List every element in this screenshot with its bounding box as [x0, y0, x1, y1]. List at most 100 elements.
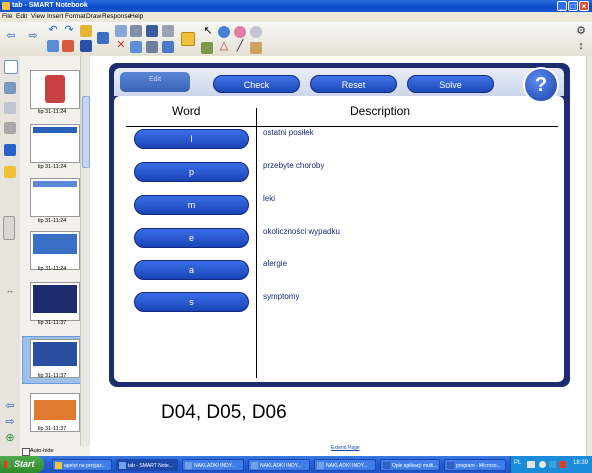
menu-insert[interactable]: Insert: [47, 13, 63, 20]
solve-button[interactable]: Solve: [407, 75, 494, 93]
menu-edit[interactable]: Edit: [16, 13, 27, 20]
collapse-handle-icon[interactable]: [3, 216, 15, 240]
edit-button[interactable]: Edit: [120, 72, 190, 92]
magic-pen-icon[interactable]: [201, 42, 213, 54]
thumbnail-label: lip 31-11:37: [38, 373, 67, 379]
word-tile-a[interactable]: a: [134, 260, 249, 280]
page-thumbnail-1[interactable]: [30, 70, 80, 109]
new-page-icon[interactable]: [47, 40, 59, 52]
word-tile-p[interactable]: p: [134, 162, 249, 182]
attachments-tab-icon[interactable]: [4, 102, 16, 114]
thumbnail-image: [34, 400, 76, 420]
move-toolbar-icon[interactable]: ↕: [574, 40, 588, 54]
creative-pen-icon[interactable]: [234, 26, 246, 38]
thumbnail-header: [33, 181, 77, 187]
delete-icon[interactable]: ✕: [114, 39, 128, 53]
eraser-icon[interactable]: [250, 26, 262, 38]
word-tile-s[interactable]: s: [134, 292, 249, 312]
start-button[interactable]: Start: [0, 456, 44, 473]
side-forward-arrow-icon[interactable]: ⇨: [3, 416, 17, 430]
addons-tab-icon[interactable]: [4, 144, 16, 156]
taskbar-item[interactable]: Opis aplikacji multi...: [380, 459, 440, 471]
resize-arrows-icon[interactable]: ↔: [3, 284, 17, 298]
auto-hide-checkbox[interactable]: [22, 448, 30, 456]
pen-icon[interactable]: [218, 26, 230, 38]
page-thumbnail-4[interactable]: [30, 231, 80, 270]
open-folder-icon[interactable]: [80, 25, 92, 37]
language-indicator[interactable]: PL: [514, 460, 521, 466]
reset-button[interactable]: Reset: [310, 75, 397, 93]
page-text-codes[interactable]: D04, D05, D06: [161, 402, 287, 424]
thumbnail-label: lip 31-11:37: [38, 320, 67, 326]
security-icon[interactable]: [559, 461, 566, 468]
word-tile-l[interactable]: l: [134, 129, 249, 149]
screen-icon[interactable]: [162, 41, 174, 53]
display-icon[interactable]: [130, 41, 142, 53]
gear-icon[interactable]: ⚙: [574, 25, 588, 39]
select-pointer-icon[interactable]: ↖: [201, 25, 215, 39]
menu-draw[interactable]: Draw: [86, 13, 101, 20]
taskbar-item-active[interactable]: tab - SMART Note...: [116, 459, 178, 471]
description-item: leki: [263, 194, 276, 203]
delete-page-icon[interactable]: [62, 40, 74, 52]
extend-page-link[interactable]: Extend Page: [331, 445, 360, 451]
grid-icon[interactable]: [146, 41, 158, 53]
system-tray: PL 18:39: [510, 456, 592, 473]
side-tab-strip: ↔ ⇦ ⇨ ⊕: [0, 56, 21, 456]
notebook-icon: [119, 462, 126, 469]
side-back-arrow-icon[interactable]: ⇦: [3, 400, 17, 414]
thumbnail-header: [33, 285, 77, 313]
taskbar-item[interactable]: program - Microso...: [444, 459, 506, 471]
taskbar-item[interactable]: apetyt na przyjaz...: [52, 459, 112, 471]
shapes-icon[interactable]: △: [217, 40, 231, 54]
camera-icon[interactable]: [115, 25, 127, 37]
help-button[interactable]: ?: [523, 67, 559, 103]
minimize-button[interactable]: _: [557, 1, 567, 11]
gallery-tab-icon[interactable]: [4, 82, 16, 94]
fill-icon[interactable]: [250, 42, 262, 54]
add-page-icon[interactable]: ⊕: [3, 432, 17, 446]
keyboard-icon[interactable]: [527, 461, 535, 468]
save-icon[interactable]: [80, 40, 92, 52]
menu-response[interactable]: Response: [102, 13, 131, 20]
properties-icon[interactable]: [162, 25, 174, 37]
word-tile-m[interactable]: m: [134, 195, 249, 215]
maximize-button[interactable]: □: [568, 1, 578, 11]
menu-view[interactable]: View: [31, 13, 45, 20]
taskbar-item-label: apetyt na przyjaz...: [64, 463, 106, 469]
clock: 18:39: [573, 460, 589, 466]
page-sorter-tab-icon[interactable]: [4, 60, 18, 74]
page-thumbnail-5[interactable]: [30, 282, 80, 321]
back-arrow-icon[interactable]: ⇦: [4, 30, 18, 44]
check-button[interactable]: Check: [213, 75, 300, 93]
thumbnail-header: [33, 127, 77, 133]
undo-icon[interactable]: ↶: [46, 24, 60, 38]
menu-help[interactable]: Help: [130, 13, 143, 20]
volume-icon[interactable]: [549, 461, 556, 468]
gallery-icon[interactable]: [181, 32, 195, 46]
line-icon[interactable]: ╱: [233, 40, 247, 54]
sorter-scrollbar[interactable]: [80, 56, 90, 446]
word-tile-e[interactable]: e: [134, 228, 249, 248]
menu-format[interactable]: Format: [65, 13, 86, 20]
close-button[interactable]: ×: [579, 1, 589, 11]
network-icon[interactable]: [539, 461, 546, 468]
taskbar-item[interactable]: NAKLADKI INDY...: [314, 459, 376, 471]
sorter-scroll-thumb[interactable]: [82, 96, 90, 168]
menu-file[interactable]: File: [2, 13, 12, 20]
table-icon[interactable]: [130, 25, 142, 37]
screen-shade-icon[interactable]: [97, 32, 109, 44]
thumbnail-label: lip 31-11:24: [38, 218, 67, 224]
forward-arrow-icon[interactable]: ⇨: [26, 30, 40, 44]
canvas-scrollbar[interactable]: [586, 56, 592, 456]
taskbar-item[interactable]: NAKLADKI INDY...: [182, 459, 244, 471]
lesson-tab-icon[interactable]: [4, 166, 16, 178]
taskbar-item[interactable]: NAKLADKI INDY...: [248, 459, 310, 471]
thumbnail-label: lip 31-11:24: [38, 266, 67, 272]
redo-icon[interactable]: ↷: [62, 24, 76, 38]
page-thumbnail-2[interactable]: [30, 124, 80, 163]
page-thumbnail-3[interactable]: [30, 178, 80, 217]
document-icon: [383, 462, 390, 469]
text-tool-icon[interactable]: [146, 25, 158, 37]
properties-tab-icon[interactable]: [4, 122, 16, 134]
